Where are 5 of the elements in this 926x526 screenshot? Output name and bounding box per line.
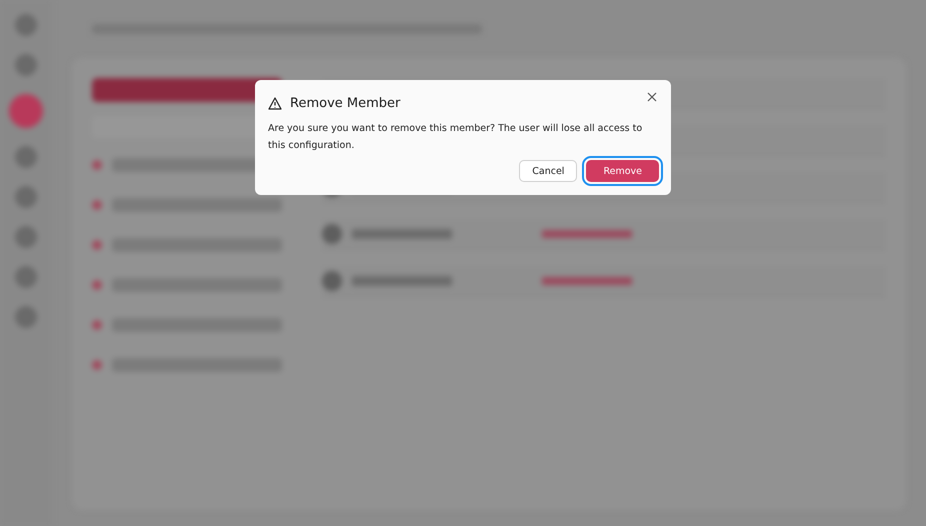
warning-icon [268, 97, 282, 110]
cancel-button[interactable]: Cancel [519, 160, 578, 182]
close-icon[interactable] [645, 90, 659, 104]
dialog-message: Are you sure you want to remove this member? The user will lose all access to this configuration. [268, 122, 644, 153]
dialog-title: Remove Member [290, 96, 400, 111]
